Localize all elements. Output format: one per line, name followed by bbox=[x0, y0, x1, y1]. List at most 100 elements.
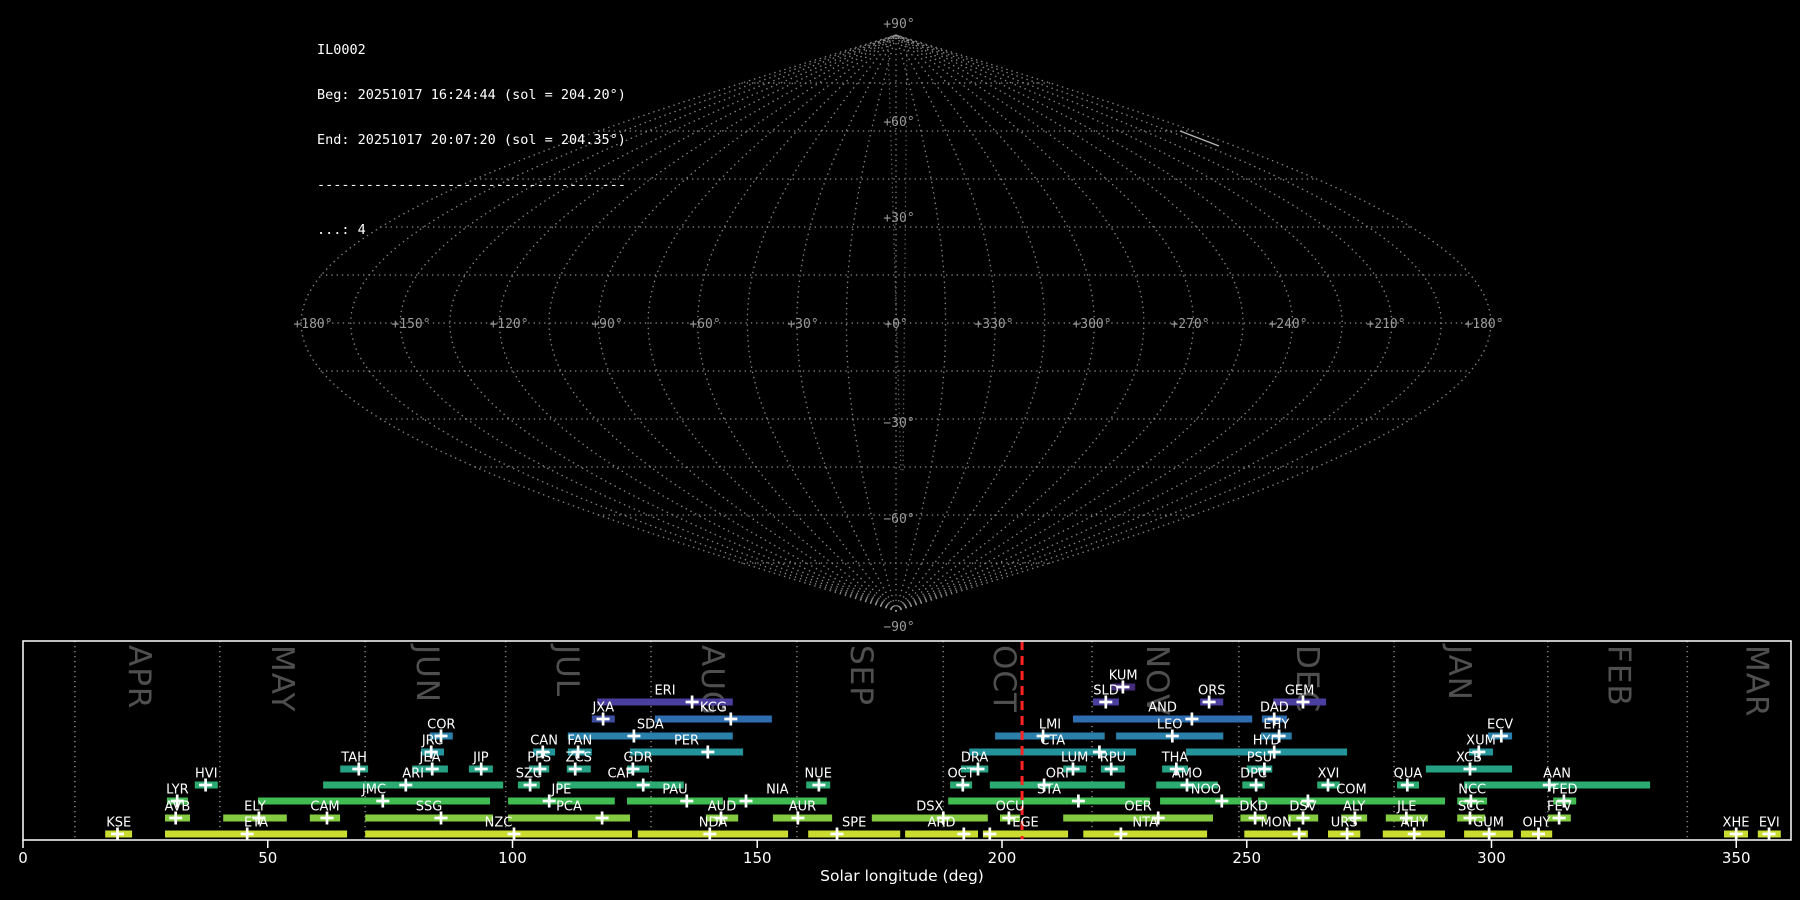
shower-code-label: THA bbox=[1161, 751, 1189, 766]
shower-code-label: NIA bbox=[766, 783, 789, 798]
x-axis-tick-label: 250 bbox=[1232, 849, 1261, 867]
shower-activity-bar bbox=[808, 830, 901, 838]
shower-code-label: SPE bbox=[842, 816, 866, 831]
month-label: JUN bbox=[409, 643, 445, 703]
shower-code-label: FAN bbox=[567, 734, 592, 749]
x-axis-tick-label: 50 bbox=[258, 849, 277, 867]
begin-time: Beg: 20251017 16:24:44 (sol = 204.20°) bbox=[317, 87, 626, 103]
shower-code-label: EHY bbox=[1263, 718, 1289, 733]
shower-code-label: AMO bbox=[1172, 767, 1202, 782]
shower-code-label: OCU bbox=[996, 800, 1025, 815]
map-longitude-label: +0° bbox=[884, 317, 907, 332]
shower-peak-marker bbox=[595, 811, 609, 825]
shower-code-label: SCC bbox=[1458, 800, 1484, 815]
x-axis-tick-label: 150 bbox=[743, 849, 772, 867]
shower-activity-bar bbox=[258, 797, 490, 805]
x-axis-tick-label: 350 bbox=[1722, 849, 1751, 867]
shower-code-label: NZC bbox=[485, 816, 513, 831]
shower-code-label: OER bbox=[1124, 800, 1151, 815]
map-longitude-label: +150° bbox=[391, 317, 430, 332]
shower-code-label: HYD bbox=[1253, 734, 1281, 749]
shower-peak-marker bbox=[983, 827, 997, 841]
month-label: FEB bbox=[1600, 645, 1636, 707]
shower-activity-bar bbox=[654, 715, 772, 723]
month-label: MAR bbox=[1738, 645, 1774, 718]
shower-code-label: FEV bbox=[1547, 800, 1572, 815]
shower-code-label: DAD bbox=[1260, 701, 1289, 716]
shower-peak-marker bbox=[636, 778, 650, 792]
shower-code-label: AHY bbox=[1401, 816, 1428, 831]
month-label: SEP bbox=[843, 645, 879, 706]
shower-code-label: ARD bbox=[928, 816, 956, 831]
shower-code-label: DRA bbox=[961, 751, 989, 766]
shower-code-label: DSX bbox=[916, 800, 943, 815]
shower-code-label: AUR bbox=[789, 800, 816, 815]
shower-code-label: ERI bbox=[654, 684, 675, 699]
map-longitude-label: +120° bbox=[489, 317, 528, 332]
shower-peak-marker bbox=[1292, 827, 1306, 841]
fov-wedge-line bbox=[902, 41, 908, 473]
month-label: MAY bbox=[264, 645, 300, 712]
end-time: End: 20251017 20:07:20 (sol = 204.35°) bbox=[317, 132, 626, 148]
shower-code-label: MON bbox=[1261, 816, 1292, 831]
shower-code-label: SLD bbox=[1093, 684, 1119, 699]
map-longitude-label: +180° bbox=[293, 317, 332, 332]
month-label: JAN bbox=[1441, 643, 1477, 701]
shower-code-label: ALY bbox=[1343, 800, 1365, 815]
month-label: APR bbox=[121, 645, 157, 709]
shower-activity-bar bbox=[948, 797, 1150, 805]
shower-code-label: ETA bbox=[244, 816, 268, 831]
shower-code-label: DPC bbox=[1240, 767, 1267, 782]
shower-code-label: EVI bbox=[1759, 816, 1780, 831]
shower-code-label: LEO bbox=[1157, 718, 1183, 733]
shower-code-label: NOO bbox=[1191, 783, 1221, 798]
shower-code-label: STA bbox=[1037, 783, 1061, 798]
shower-code-label: DSV bbox=[1289, 800, 1316, 815]
shower-code-label: COM bbox=[1336, 783, 1367, 798]
shower-code-label: KUM bbox=[1109, 669, 1138, 684]
shower-peak-marker bbox=[701, 745, 715, 759]
shower-code-label: JMC bbox=[361, 783, 386, 798]
shower-activity-bar bbox=[365, 830, 632, 838]
month-label: JUL bbox=[549, 643, 585, 697]
x-axis-tick-label: 200 bbox=[988, 849, 1017, 867]
activity-timeline: APR MAY JUN JUL AUG SEP OCT NOV DEC JAN FEB MARKUME… bbox=[18, 641, 1781, 867]
shower-code-label: NUE bbox=[804, 767, 831, 782]
shower-code-label: ELY bbox=[244, 800, 266, 815]
map-longitude-label: +180° bbox=[1464, 317, 1503, 332]
shower-code-label: COR bbox=[427, 718, 455, 733]
meteor-count: ...: 4 bbox=[317, 222, 366, 238]
shower-code-label: PAU bbox=[662, 783, 687, 798]
shower-peak-marker bbox=[957, 827, 971, 841]
shower-code-label: PSU bbox=[1247, 751, 1273, 766]
shower-code-label: AVB bbox=[164, 800, 190, 815]
map-longitude-label: +300° bbox=[1072, 317, 1111, 332]
shower-code-label: RPU bbox=[1100, 751, 1126, 766]
shower-code-label: HVI bbox=[195, 767, 218, 782]
shower-code-label: ZCS bbox=[566, 751, 592, 766]
shower-code-label: NTA bbox=[1132, 816, 1158, 831]
shower-code-label: KCG bbox=[700, 701, 727, 716]
shower-code-label: TAH bbox=[340, 751, 367, 766]
month-label: OCT bbox=[986, 645, 1022, 713]
shower-code-label: CTA bbox=[1040, 734, 1065, 749]
shower-code-label: LUM bbox=[1061, 751, 1088, 766]
map-latitude-label: +90° bbox=[883, 17, 914, 32]
shower-code-label: OCT bbox=[947, 767, 974, 782]
shower-code-label: XHE bbox=[1723, 816, 1750, 831]
shower-activity-bar bbox=[1160, 797, 1252, 805]
shower-code-label: CAN bbox=[530, 734, 558, 749]
sky-and-timeline-plot: +180° +150° +120° +90° +60° +30° +0° +330° +300°… bbox=[18, 17, 1792, 885]
shower-peak-marker bbox=[1071, 794, 1085, 808]
app-canvas: +180° +150° +120° +90° +60° +30° +0° +330° +300°… bbox=[0, 0, 1800, 900]
map-latitude-label: −60° bbox=[883, 512, 914, 527]
shower-code-label: ORS bbox=[1198, 684, 1226, 699]
shower-code-label: JEA bbox=[419, 751, 441, 766]
shower-activity-bar bbox=[567, 732, 733, 740]
shower-code-label: XCB bbox=[1456, 751, 1482, 766]
shower-code-label: FED bbox=[1552, 783, 1578, 798]
map-longitude-label: +240° bbox=[1268, 317, 1307, 332]
shower-peak-marker bbox=[1185, 712, 1199, 726]
shower-code-label: LYR bbox=[166, 783, 189, 798]
shower-code-label: CAP bbox=[607, 767, 633, 782]
